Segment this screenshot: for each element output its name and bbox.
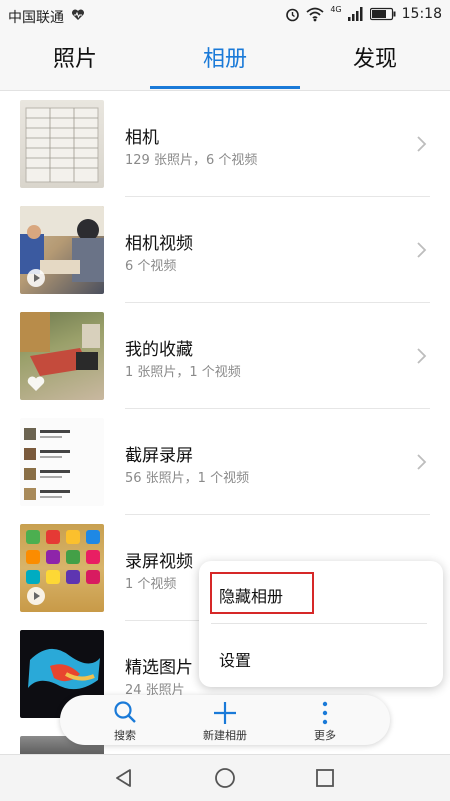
new-album-label: 新建相册 (203, 729, 247, 742)
wifi-icon (306, 7, 324, 21)
album-name: 相机 (125, 128, 159, 148)
navigation-bar (0, 754, 450, 801)
search-label: 搜索 (114, 729, 136, 742)
battery-icon (369, 7, 396, 21)
heart-icon (27, 376, 45, 391)
play-icon (27, 269, 45, 287)
plus-icon (214, 702, 236, 724)
menu-item-label: 设置 (219, 651, 252, 670)
album-name: 截屏录屏 (125, 446, 193, 466)
play-icon (27, 587, 45, 605)
album-count: 1 个视频 (125, 577, 177, 592)
album-thumbnail (20, 418, 104, 506)
album-count: 129 张照片，6 个视频 (125, 153, 258, 168)
menu-divider (211, 623, 427, 624)
album-name: 我的收藏 (125, 340, 193, 360)
carrier-name: 中国联通 (8, 10, 64, 26)
clock: 15:18 (401, 6, 442, 22)
new-album-button[interactable]: 新建相册 (175, 695, 275, 745)
alarm-icon (286, 8, 300, 21)
home-icon[interactable] (214, 767, 236, 789)
album-count: 1 张照片，1 个视频 (125, 365, 241, 380)
active-tab-indicator (150, 86, 300, 89)
status-bar: 中国联通 4G 15:18 (0, 0, 450, 32)
album-name: 录屏视频 (125, 552, 193, 572)
search-button[interactable]: 搜索 (75, 695, 175, 745)
album-thumbnail (20, 312, 104, 400)
album-item-screenshots[interactable]: 截屏录屏 56 张照片，1 个视频 (0, 409, 450, 515)
highlight-box (210, 572, 314, 614)
heart-rate-icon (71, 9, 85, 20)
chevron-right-icon (417, 136, 427, 152)
album-name: 相机视频 (125, 234, 193, 254)
album-thumbnail (20, 524, 104, 612)
album-item-camera[interactable]: 相机 129 张照片，6 个视频 (0, 91, 450, 197)
menu-item-settings[interactable]: 设置 (199, 625, 443, 685)
network-type: 4G (330, 4, 342, 14)
tab-discover[interactable]: 发现 (300, 32, 450, 88)
chevron-right-icon (417, 454, 427, 470)
recents-icon[interactable] (314, 767, 336, 789)
album-item-favorites[interactable]: 我的收藏 1 张照片，1 个视频 (0, 303, 450, 409)
album-thumbnail (20, 206, 104, 294)
album-item-camera-video[interactable]: 相机视频 6 个视频 (0, 197, 450, 303)
signal-icon (347, 7, 363, 21)
album-count: 6 个视频 (125, 259, 177, 274)
tab-bar: 照片 相册 发现 (0, 32, 450, 91)
back-icon[interactable] (113, 767, 135, 789)
chevron-right-icon (417, 348, 427, 364)
album-name: 精选图片 (125, 658, 193, 678)
album-thumbnail (20, 100, 104, 188)
tab-photos[interactable]: 照片 (0, 32, 150, 88)
more-vertical-icon (322, 701, 328, 725)
chevron-right-icon (417, 242, 427, 258)
bottom-toolbar: 搜索 新建相册 更多 (60, 695, 390, 745)
tab-albums[interactable]: 相册 (150, 32, 300, 88)
more-label: 更多 (314, 729, 336, 742)
more-button[interactable]: 更多 (275, 695, 375, 745)
search-icon (114, 701, 136, 723)
album-count: 56 张照片，1 个视频 (125, 471, 250, 486)
